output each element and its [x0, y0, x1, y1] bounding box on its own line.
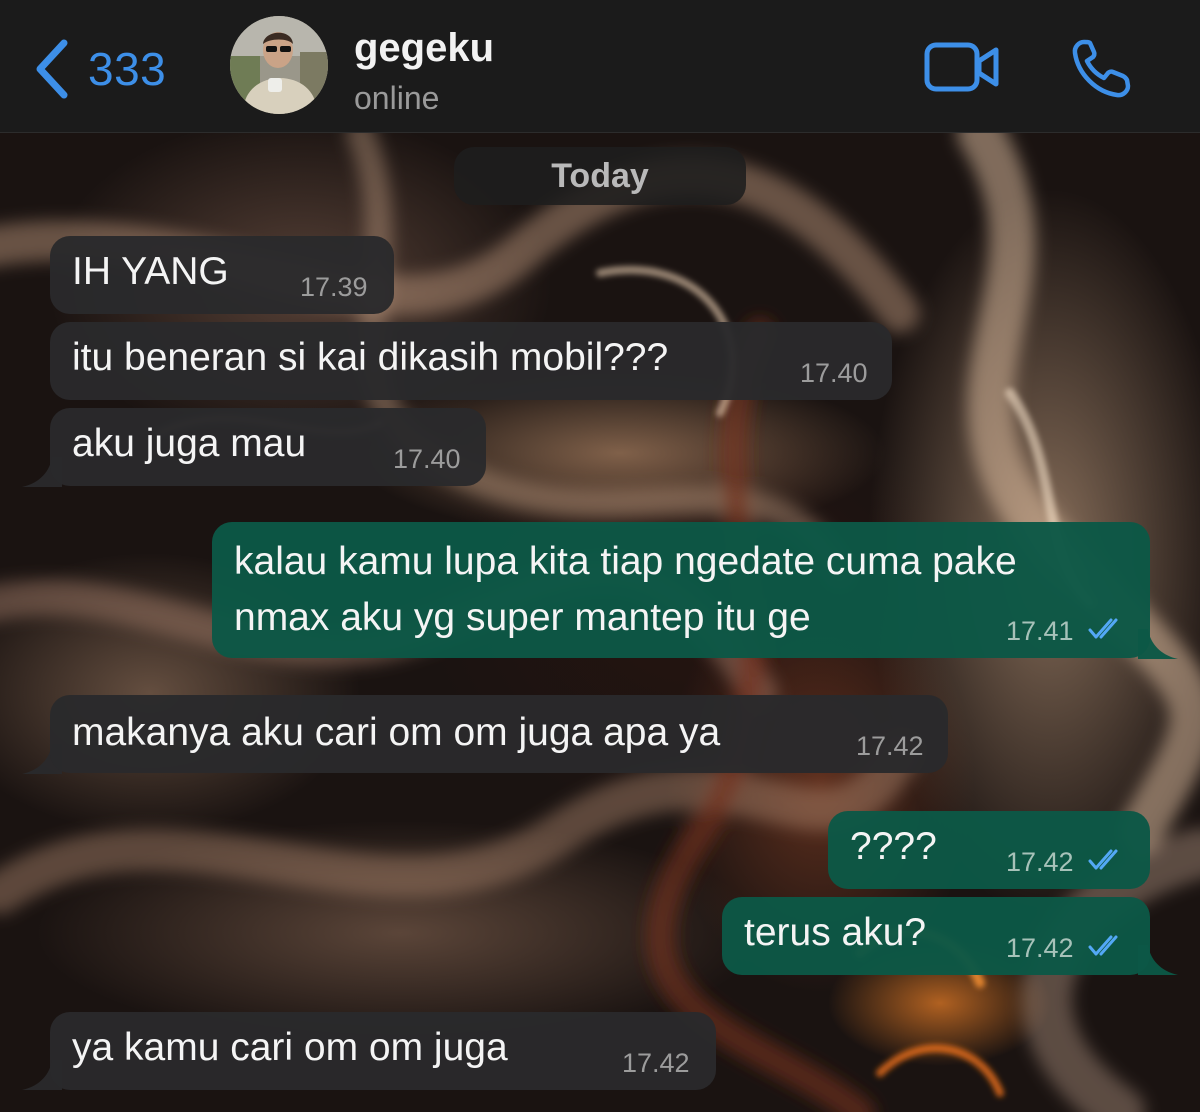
message-text: terus aku?: [744, 911, 927, 954]
message-text: itu beneran si kai dikasih mobil???: [72, 336, 669, 379]
read-receipt-icon: [1088, 849, 1118, 870]
message-text: ya kamu cari om om juga: [72, 1026, 508, 1069]
message-time: 17.40: [393, 444, 461, 474]
chat-screen: 333 gegeku online Today IH YANG 17.39 it…: [0, 0, 1200, 1112]
message-time: 17.42: [622, 1048, 690, 1078]
voice-call-button[interactable]: [1070, 38, 1132, 100]
message-time: 17.40: [800, 358, 868, 388]
read-receipt-icon: [1088, 935, 1118, 956]
message-text-line: nmax aku yg super mantep itu ge: [234, 596, 811, 639]
chevron-left-icon: [36, 39, 68, 99]
phone-icon: [1072, 39, 1131, 98]
message-incoming[interactable]: IH YANG 17.39: [50, 236, 394, 314]
message-time: 17.41: [1006, 616, 1074, 646]
avatar-photo: [230, 16, 328, 114]
message-incoming[interactable]: aku juga mau 17.40: [50, 408, 486, 486]
video-call-button[interactable]: [924, 42, 1000, 92]
message-text-line: kalau kamu lupa kita tiap ngedate cuma p…: [234, 540, 1017, 583]
read-receipt-icon: [1088, 618, 1118, 639]
message-text: makanya aku cari om om juga apa ya: [72, 711, 721, 754]
message-time: 17.42: [856, 731, 924, 761]
message-time: 17.42: [1006, 933, 1074, 963]
message-text: aku juga mau: [72, 422, 307, 465]
message-text: ????: [850, 825, 937, 868]
message-incoming[interactable]: ya kamu cari om om juga 17.42: [50, 1012, 716, 1090]
back-button[interactable]: 333: [32, 34, 166, 104]
date-separator: Today: [454, 147, 746, 205]
video-camera-icon: [924, 42, 999, 92]
unread-count: 333: [88, 43, 167, 95]
message-incoming[interactable]: makanya aku cari om om juga apa ya 17.42: [50, 695, 948, 773]
chat-header: 333 gegeku online: [0, 0, 1200, 133]
message-incoming[interactable]: itu beneran si kai dikasih mobil??? 17.4…: [50, 322, 892, 400]
contact-status: online: [354, 80, 440, 116]
avatar[interactable]: [230, 16, 328, 114]
message-outgoing[interactable]: kalau kamu lupa kita tiap ngedate cuma p…: [212, 522, 1150, 658]
message-outgoing[interactable]: terus aku? 17.42: [722, 897, 1150, 975]
contact-name[interactable]: gegeku: [354, 26, 494, 71]
message-time: 17.42: [1006, 847, 1074, 877]
message-outgoing[interactable]: ???? 17.42: [828, 811, 1150, 889]
message-time: 17.39: [300, 272, 368, 302]
message-text: IH YANG: [72, 250, 229, 293]
